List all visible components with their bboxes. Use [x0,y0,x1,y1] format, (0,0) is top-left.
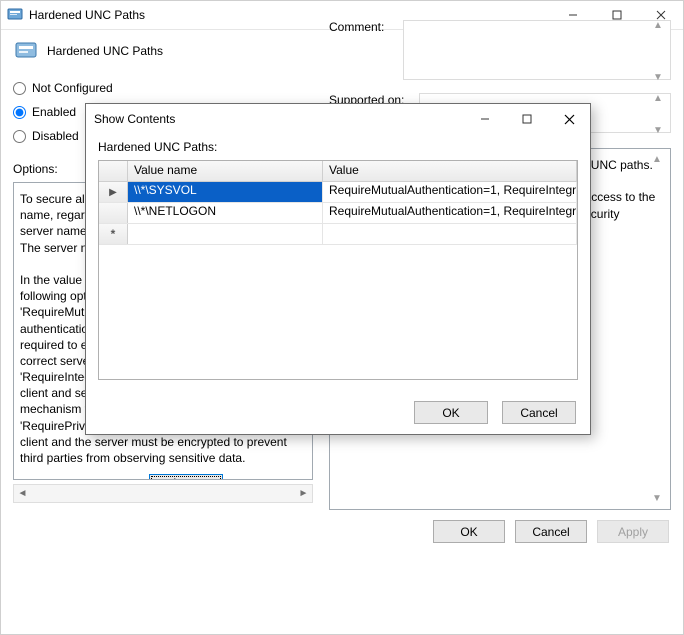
cell-value[interactable]: RequireMutualAuthentication=1, RequireIn… [323,182,577,202]
row-header[interactable] [99,203,128,223]
dialog-buttons: OK Cancel Apply [1,510,683,553]
ok-button[interactable]: OK [433,520,505,543]
cell-value[interactable]: RequireMutualAuthentication=1, RequireIn… [323,203,577,223]
radio-label: Not Configured [32,81,113,95]
col-value-name[interactable]: Value name [128,161,323,181]
hardened-paths-label: Hardened UNC Paths: [20,476,139,480]
policy-icon [15,40,37,62]
modal-titlebar: Show Contents [86,104,590,134]
radio-enabled[interactable] [13,106,26,119]
apply-button[interactable]: Apply [597,520,669,543]
show-contents-dialog: Show Contents Hardened UNC Paths: Value … [85,103,591,435]
scroll-up-icon: ▲ [652,153,666,167]
paths-grid[interactable]: Value name Value ▶\\*\SYSVOLRequireMutua… [98,160,578,380]
show-button[interactable]: Show... [149,474,223,480]
app-icon [7,7,23,23]
row-header[interactable]: ▶ [99,182,128,202]
modal-maximize-button[interactable] [506,105,548,133]
scroll-right-icon[interactable]: ► [295,488,312,499]
modal-close-button[interactable] [548,105,590,133]
table-row[interactable]: ▶\\*\SYSVOLRequireMutualAuthentication=1… [99,182,577,203]
cell-value-name[interactable]: \\*\SYSVOL [128,182,323,202]
scroll-down-icon: ▼ [652,492,666,506]
comment-textarea[interactable] [403,20,671,80]
cell-value-name[interactable] [128,224,323,244]
policy-window: Hardened UNC Paths Hardened UNC Paths Pr… [0,0,684,635]
modal-title: Show Contents [94,112,464,126]
radio-not-configured[interactable] [13,82,26,95]
options-hscrollbar[interactable]: ◄ ► [13,484,313,503]
modal-minimize-button[interactable] [464,105,506,133]
cell-value-name[interactable]: \\*\NETLOGON [128,203,323,223]
modal-subtitle: Hardened UNC Paths: [98,140,578,154]
modal-cancel-button[interactable]: Cancel [502,401,576,424]
grid-header: Value name Value [99,161,577,182]
scroll-left-icon[interactable]: ◄ [14,488,31,499]
cancel-button[interactable]: Cancel [515,520,587,543]
modal-ok-button[interactable]: OK [414,401,488,424]
radio-label: Disabled [32,129,79,143]
cell-value[interactable] [323,224,577,244]
row-header-new[interactable]: * [99,224,128,244]
col-value[interactable]: Value [323,161,577,181]
radio-disabled[interactable] [13,130,26,143]
radio-label: Enabled [32,105,76,119]
state-not-configured[interactable]: Not Configured [13,76,313,100]
table-row[interactable]: \\*\NETLOGONRequireMutualAuthentication=… [99,203,577,224]
table-row-new[interactable]: * [99,224,577,245]
comment-label: Comment: [329,20,393,83]
